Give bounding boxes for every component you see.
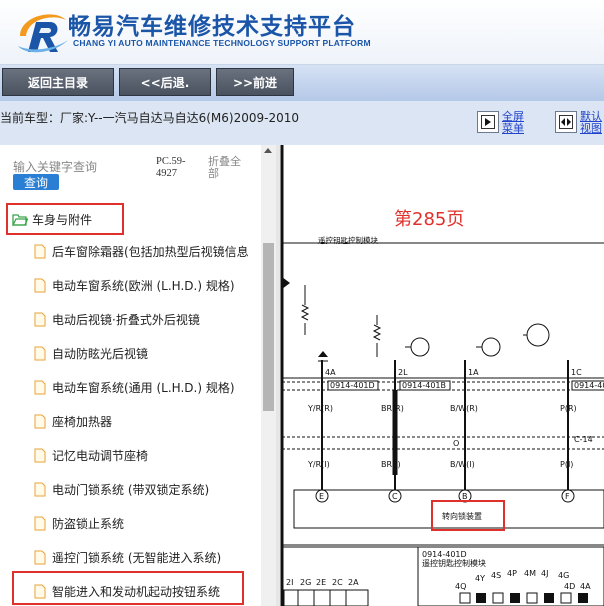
tree-item[interactable]: 电动门锁系统 (带双锁定系统): [34, 479, 209, 499]
document-icon: [34, 516, 46, 530]
left-tree-panel: 输入关键字查询 查询 PC.59- 4927 折叠全部 车身与附件 后车窗除霜器(…: [0, 145, 276, 606]
wire-label: B/W(I): [450, 460, 475, 469]
tree-scrollbar[interactable]: [261, 145, 276, 606]
pin-label: 2L: [398, 368, 408, 377]
junction-label: C-14: [574, 435, 593, 444]
fullscreen-button[interactable]: [477, 111, 499, 133]
pin-label: 4A: [325, 368, 336, 377]
connector-label: 0914-401D: [330, 381, 375, 390]
wire-label: P(I): [560, 460, 573, 469]
tree-item[interactable]: 座椅加热器: [34, 411, 112, 431]
back-button[interactable]: <<后退.: [119, 68, 211, 96]
default-view-button[interactable]: [555, 111, 577, 133]
tree-item[interactable]: 电动车窗系统(通用 (L.H.D.) 规格): [34, 377, 235, 397]
wiring-diagram: 4A 2L 1A 1C 0914-401D 0914-401B 0914-401…: [280, 145, 604, 606]
lower-pin: 2G: [300, 578, 311, 587]
lower-pin: 2A: [348, 578, 359, 587]
terminal-label: F: [565, 492, 570, 501]
tree-item[interactable]: 后车窗除霜器(包括加热型后视镜信息: [34, 241, 262, 261]
scroll-thumb[interactable]: [263, 243, 274, 411]
fullscreen-icon: [481, 115, 495, 129]
vehicle-bar: 当前车型：厂家:Y--一汽马自达马自达6(M6)2009-2010 全屏 菜单 默…: [0, 101, 604, 145]
document-icon: [34, 244, 46, 258]
document-icon: [34, 550, 46, 564]
connector-label: 0914-401B: [402, 381, 446, 390]
lower-connector-label: 0914-401D: [422, 550, 467, 559]
pin-label: 1A: [468, 368, 479, 377]
wire-label: P(R): [560, 404, 577, 413]
wire-label: Y/R(I): [307, 460, 330, 469]
document-icon: [34, 312, 46, 326]
app-subtitle: CHANG YI AUTO MAINTENANCE TECHNOLOGY SUP…: [73, 38, 371, 48]
lower-pin: 4J: [541, 569, 548, 578]
lower-pin: 4P: [507, 569, 517, 578]
lower-pin: 2I: [286, 578, 293, 587]
collapse-all-link[interactable]: 折叠全部: [208, 156, 241, 180]
default-view-label[interactable]: 默认 视图: [580, 111, 602, 135]
tree-root-label: 车身与附件: [32, 212, 93, 227]
pc-code: PC.59- 4927: [156, 156, 186, 179]
lower-pin: 4Y: [475, 574, 485, 583]
o-label: O: [453, 439, 459, 448]
tree-item[interactable]: 电动后视镜·折叠式外后视镜: [34, 309, 200, 329]
lower-pin: 4D: [564, 582, 575, 591]
folder-open-icon: [12, 213, 28, 226]
split-view-icon: [559, 115, 573, 129]
scroll-up-icon[interactable]: [264, 148, 272, 153]
app-header: 畅易汽车维修技术支持平台 CHANG YI AUTO MAINTENANCE T…: [0, 0, 604, 64]
search-button[interactable]: 查询: [13, 174, 59, 190]
pin-label: 1C: [571, 368, 582, 377]
lower-pin: 2E: [316, 578, 326, 587]
terminal-label: B: [462, 492, 468, 501]
document-icon: [34, 414, 46, 428]
document-icon: [34, 482, 46, 496]
lower-pin: 2C: [332, 578, 343, 587]
wire-label: BR(I): [381, 460, 401, 469]
wire-label: BR(R): [381, 404, 404, 413]
lower-module-label: 遥控钥匙控制模块: [422, 558, 486, 568]
current-vehicle: 当前车型：厂家:Y--一汽马自达马自达6(M6)2009-2010: [0, 111, 300, 125]
document-icon: [34, 278, 46, 292]
tree-root-body-accessories[interactable]: 车身与附件: [6, 203, 124, 235]
search-input[interactable]: 输入关键字查询: [13, 158, 97, 175]
terminal-label: C: [392, 492, 398, 501]
lower-pin: 4Q: [455, 582, 466, 591]
nav-bar: 返回主目录 <<后退. >>前进: [0, 64, 604, 102]
tree-item[interactable]: 遥控门锁系统 (无智能进入系统): [34, 547, 221, 567]
wire-label: Y/R(R): [307, 404, 333, 413]
home-button[interactable]: 返回主目录: [2, 68, 114, 96]
app-title: 畅易汽车维修技术支持平台: [68, 14, 356, 40]
tree-item[interactable]: 电动车窗系统(欧洲 (L.H.D.) 规格): [34, 275, 235, 295]
document-icon: [34, 346, 46, 360]
tree-item[interactable]: 记忆电动调节座椅: [34, 445, 148, 465]
logo-icon: [18, 14, 68, 53]
diagram-viewer: 第285页 遥控钥匙控制模块 4A 2L 1A 1C 0914-401D 091…: [280, 145, 604, 606]
lower-pin: 4G: [558, 571, 569, 580]
document-icon: [34, 380, 46, 394]
wire-label: B/W(R): [450, 404, 478, 413]
forward-button[interactable]: >>前进: [216, 68, 294, 96]
connector-label: 0914-401: [574, 381, 604, 390]
document-icon: [34, 448, 46, 462]
lower-pin: 4M: [524, 569, 536, 578]
lower-pin: 4A: [580, 582, 591, 591]
highlight-box: [12, 571, 244, 605]
tree-item[interactable]: 防盗锁止系统: [34, 513, 124, 533]
steering-lock-label: 转向锁装置: [442, 511, 482, 521]
lower-pin: 4S: [491, 571, 501, 580]
terminal-label: E: [319, 492, 324, 501]
fullscreen-label[interactable]: 全屏 菜单: [502, 111, 524, 135]
tree-item[interactable]: 自动防眩光后视镜: [34, 343, 148, 363]
